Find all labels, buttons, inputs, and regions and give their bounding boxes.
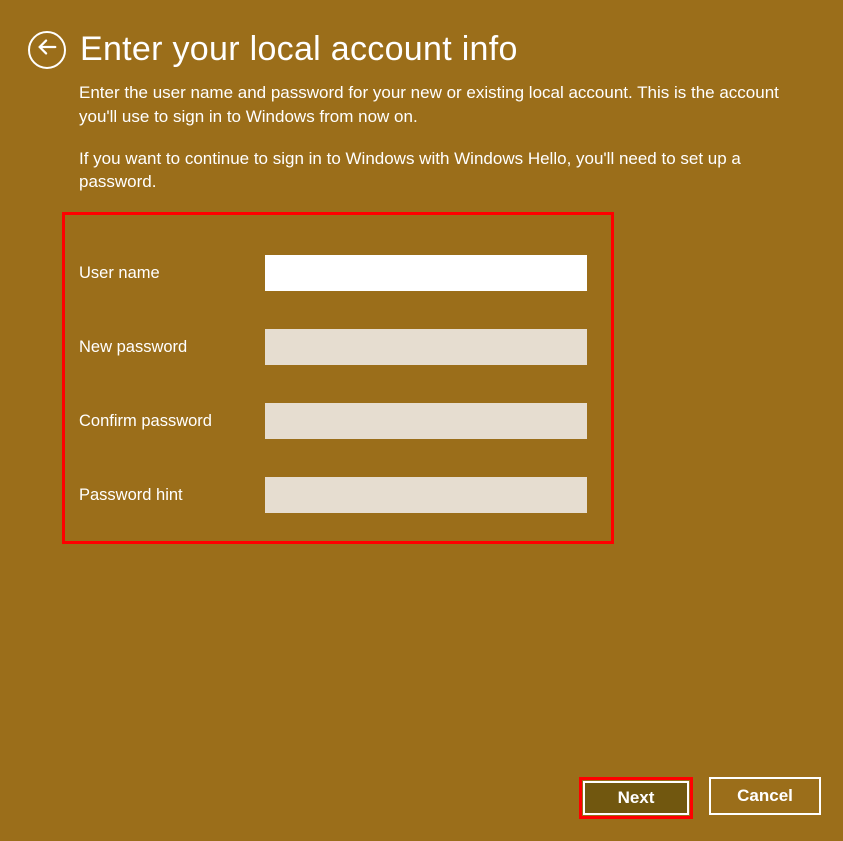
confirm-password-input[interactable] <box>265 403 587 439</box>
back-arrow-icon <box>36 36 58 63</box>
form-row-password-hint: Password hint <box>79 477 587 513</box>
username-label: User name <box>79 264 265 283</box>
description-block: Enter the user name and password for you… <box>0 69 810 194</box>
form-row-new-password: New password <box>79 329 587 365</box>
description-paragraph-2: If you want to continue to sign in to Wi… <box>79 147 780 195</box>
back-button[interactable] <box>28 31 66 69</box>
form-highlight-box: User name New password Confirm password … <box>62 212 614 544</box>
description-paragraph-1: Enter the user name and password for you… <box>79 81 780 129</box>
password-hint-input[interactable] <box>265 477 587 513</box>
new-password-input[interactable] <box>265 329 587 365</box>
next-button[interactable]: Next <box>583 781 689 815</box>
form-row-username: User name <box>79 255 587 291</box>
password-hint-label: Password hint <box>79 486 265 505</box>
footer-buttons: Next Cancel <box>579 777 821 819</box>
new-password-label: New password <box>79 338 265 357</box>
page-title: Enter your local account info <box>80 30 518 69</box>
confirm-password-label: Confirm password <box>79 412 265 431</box>
username-input[interactable] <box>265 255 587 291</box>
form-row-confirm-password: Confirm password <box>79 403 587 439</box>
next-button-highlight: Next <box>579 777 693 819</box>
cancel-button[interactable]: Cancel <box>709 777 821 815</box>
